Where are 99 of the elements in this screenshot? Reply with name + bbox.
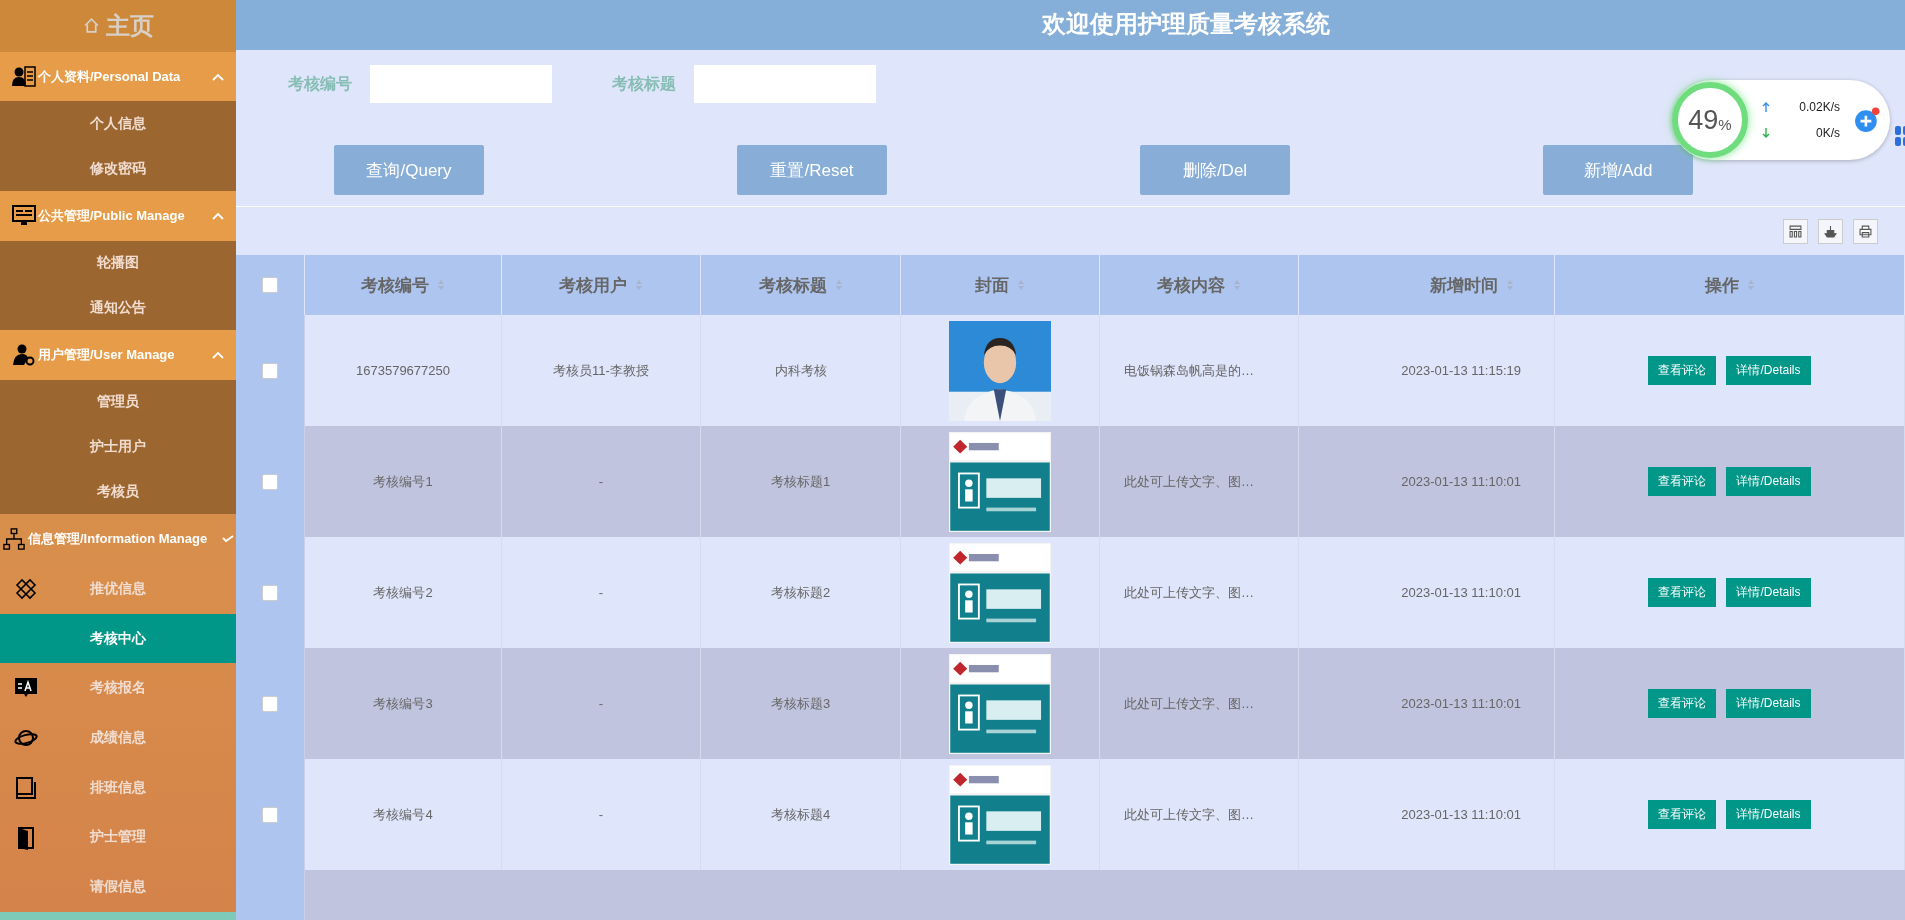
table-cell: 此处可上传文字、图… bbox=[1124, 694, 1254, 713]
menu-item[interactable]: 护士管理 bbox=[0, 812, 236, 863]
table-cell: - bbox=[598, 807, 604, 822]
sort-icon bbox=[1233, 279, 1241, 291]
table-cell: 考核标题2 bbox=[770, 583, 831, 602]
search-field[interactable] bbox=[370, 65, 552, 104]
comments-button[interactable]: 查看评论 bbox=[1648, 467, 1717, 496]
sort-icon bbox=[1017, 279, 1025, 291]
chevron-up-icon bbox=[212, 351, 224, 360]
action-button[interactable]: 查询/Query bbox=[334, 145, 484, 196]
details-button[interactable]: 详情/Details bbox=[1726, 578, 1811, 607]
menu-item[interactable]: 推优信息 bbox=[0, 563, 236, 614]
row-checkbox[interactable] bbox=[262, 695, 278, 712]
sort-icon bbox=[834, 279, 843, 291]
table-cell: 电饭锅森岛帆高是的… bbox=[1124, 361, 1254, 380]
row-checkbox[interactable] bbox=[262, 806, 278, 823]
menu-item[interactable]: 考核中心 bbox=[0, 613, 236, 664]
chevron-up-icon bbox=[212, 72, 224, 81]
menu-item[interactable]: 护士用户 bbox=[0, 424, 236, 470]
select-all-checkbox[interactable] bbox=[262, 277, 278, 293]
search-field[interactable] bbox=[694, 65, 876, 104]
menu-item[interactable]: 轮播图 bbox=[0, 240, 236, 286]
menu-item[interactable]: 修改密码 bbox=[0, 146, 236, 191]
plus-icon[interactable] bbox=[1854, 107, 1880, 133]
menu-item[interactable]: 考核员 bbox=[0, 469, 236, 515]
row-checkbox[interactable] bbox=[262, 473, 278, 490]
field-label: 考核编号 bbox=[288, 73, 352, 94]
details-button[interactable]: 详情/Details bbox=[1726, 689, 1811, 718]
action-button[interactable]: 重置/Reset bbox=[737, 145, 887, 196]
download-speed: 0K/s bbox=[1816, 126, 1840, 140]
table-cell: 考核编号1 bbox=[373, 472, 433, 491]
percent-badge: 49% bbox=[1672, 82, 1748, 158]
menu-item[interactable]: 成绩信息 bbox=[0, 713, 236, 763]
print-button[interactable] bbox=[1853, 218, 1878, 244]
comments-button[interactable]: 查看评论 bbox=[1648, 578, 1717, 607]
table-cell: 此处可上传文字、图… bbox=[1124, 583, 1254, 602]
menu-item[interactable]: 请假信息 bbox=[0, 862, 236, 913]
check-icon bbox=[222, 535, 234, 544]
row-checkbox[interactable] bbox=[262, 584, 278, 601]
row-checkbox[interactable] bbox=[262, 362, 278, 379]
menu-group[interactable]: 用户管理/User Manage bbox=[0, 330, 236, 380]
table-cell: 考核编号2 bbox=[373, 583, 433, 602]
table-cell: 2023-01-13 11:10:01 bbox=[1401, 696, 1521, 711]
page-title: 欢迎使用护理质量考核系统 bbox=[1041, 9, 1330, 40]
table-cell: 考核编号4 bbox=[373, 805, 433, 824]
details-button[interactable]: 详情/Details bbox=[1726, 800, 1811, 829]
monitor-icon bbox=[12, 204, 36, 227]
sort-icon bbox=[1746, 279, 1755, 291]
person-card-icon bbox=[12, 65, 36, 88]
download-icon bbox=[1762, 128, 1770, 138]
sort-icon bbox=[437, 279, 445, 291]
table-cell: 考核编号3 bbox=[373, 694, 433, 713]
user-gear-icon bbox=[12, 344, 36, 367]
table-cell: 2023-01-13 11:15:19 bbox=[1401, 363, 1521, 378]
menu-item[interactable]: 考核报名 bbox=[0, 663, 236, 714]
menu-group[interactable]: 公共管理/Public Manage bbox=[0, 190, 236, 241]
chevron-up-icon bbox=[212, 211, 224, 220]
table-cell: 此处可上传文字、图… bbox=[1124, 472, 1254, 491]
upload-speed: 0.02K/s bbox=[1799, 100, 1840, 114]
columns-icon bbox=[1789, 224, 1802, 238]
table-cell: 考核员11-李教授 bbox=[553, 361, 649, 380]
tiles-icon[interactable] bbox=[1895, 126, 1905, 146]
menu-group[interactable]: 个人资料/Personal Data bbox=[0, 51, 236, 102]
columns-button[interactable] bbox=[1783, 218, 1808, 244]
sort-icon bbox=[1506, 279, 1514, 291]
upload-icon bbox=[1762, 102, 1770, 112]
table-cell: - bbox=[598, 474, 604, 489]
print-icon bbox=[1859, 224, 1872, 238]
field-label: 考核标题 bbox=[612, 73, 676, 94]
menu-item[interactable]: 通知公告 bbox=[0, 285, 236, 331]
table-cell: 2023-01-13 11:10:01 bbox=[1401, 585, 1521, 600]
book-icon bbox=[14, 775, 38, 800]
table-cell: 此处可上传文字、图… bbox=[1124, 805, 1254, 824]
menu-item[interactable]: 排班信息 bbox=[0, 762, 236, 813]
table-cell: 考核标题3 bbox=[770, 694, 831, 713]
table-cell: - bbox=[598, 585, 604, 600]
table-cell: 考核标题4 bbox=[770, 805, 831, 824]
table-cell: 2023-01-13 11:10:01 bbox=[1401, 807, 1521, 822]
table-cell: 内科考核 bbox=[774, 361, 827, 380]
menu-item[interactable]: 管理员 bbox=[0, 379, 236, 425]
details-button[interactable]: 详情/Details bbox=[1726, 356, 1811, 385]
ship-icon bbox=[1824, 224, 1837, 238]
home-icon bbox=[82, 17, 100, 35]
menu-item[interactable]: 个人信息 bbox=[0, 101, 236, 147]
table-cell: - bbox=[598, 696, 604, 711]
menu-group[interactable]: 信息管理/Information Manage bbox=[0, 514, 236, 564]
table-cell: 考核标题1 bbox=[770, 472, 831, 491]
sort-icon bbox=[635, 279, 643, 291]
comments-button[interactable]: 查看评论 bbox=[1648, 800, 1717, 829]
hierarchy-icon bbox=[2, 528, 26, 551]
details-button[interactable]: 详情/Details bbox=[1726, 467, 1811, 496]
table-cell: 2023-01-13 11:10:01 bbox=[1401, 474, 1521, 489]
pencil-ruler-icon bbox=[14, 576, 38, 601]
export-button[interactable] bbox=[1818, 218, 1843, 244]
comments-button[interactable]: 查看评论 bbox=[1648, 356, 1717, 385]
action-button[interactable]: 删除/Del bbox=[1140, 145, 1290, 196]
action-button[interactable]: 新增/Add bbox=[1543, 145, 1693, 196]
comments-button[interactable]: 查看评论 bbox=[1648, 689, 1717, 718]
table-cell: 1673579677250 bbox=[356, 363, 450, 378]
